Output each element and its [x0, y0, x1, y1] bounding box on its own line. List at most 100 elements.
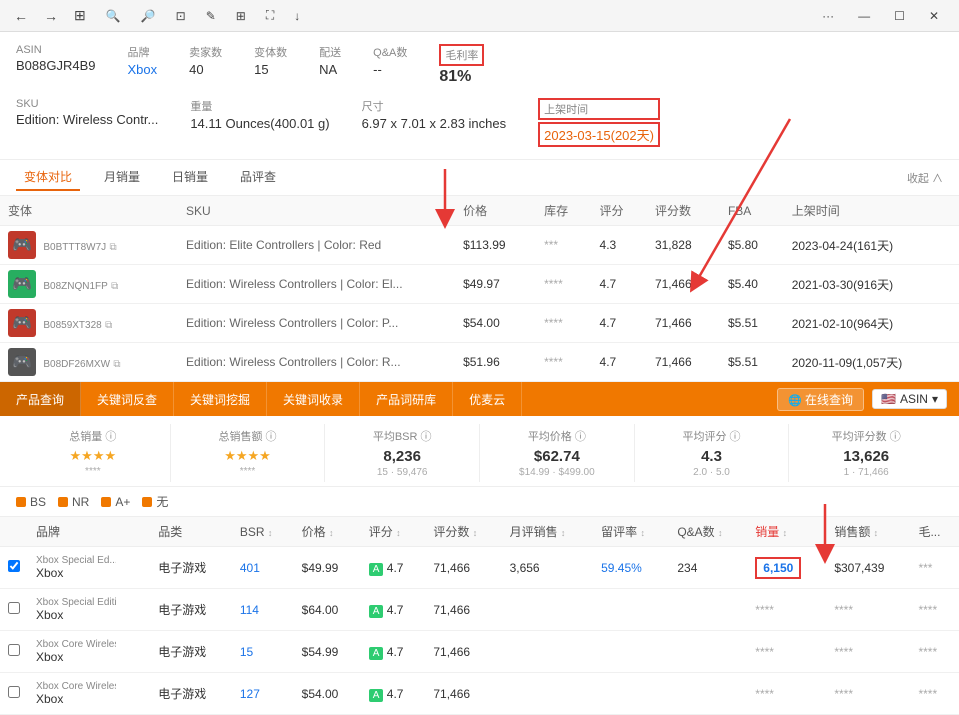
brand-value[interactable]: Xbox [128, 62, 158, 77]
stat-value: 13,626 [797, 448, 935, 465]
th-review-rate[interactable]: 留评率 ↕ [593, 517, 669, 547]
variant-review-count: 71,466 [647, 304, 720, 343]
nav-youmai-cloud[interactable]: 优麦云 [453, 382, 522, 416]
row-review-count: 71,466 [425, 589, 501, 631]
weight-value: 14.11 Ounces(400.01 g) [190, 116, 329, 131]
bsr-link[interactable]: 114 [240, 603, 259, 617]
forward-button[interactable]: → [38, 3, 64, 28]
fullscreen-button[interactable]: ⛶ [258, 4, 282, 27]
close-button[interactable]: ✕ [917, 5, 951, 27]
variant-row: 🎮 B0BTTT8W7J ⧉ Edition: Elite Controller… [0, 226, 959, 265]
tab-reviews[interactable]: 品评查 [232, 164, 284, 191]
maximize-button[interactable]: ☐ [882, 5, 917, 27]
grid-button[interactable]: ⊞ [68, 3, 92, 28]
variant-row: 🎮 B08DF26MXW ⧉ Edition: Wireless Control… [0, 343, 959, 382]
stat-value: 4.3 [643, 448, 781, 465]
row-bsr[interactable]: 114 [232, 589, 294, 631]
stat-col-2: 平均BSR ⓘ 8,236 15 · 59,476 [325, 424, 480, 482]
gross-margin-group: 毛利率 81% [439, 44, 484, 86]
zoom-out-button[interactable]: 🔎 [133, 4, 164, 27]
th-qa[interactable]: Q&A数 ↕ [669, 517, 747, 547]
variant-sku: Edition: Wireless Controllers | Color: P… [178, 304, 455, 343]
row-gross: **** [910, 631, 959, 673]
row-checkbox[interactable] [0, 631, 28, 673]
tab-monthly-sales[interactable]: 月销量 [96, 164, 148, 191]
row-bsr[interactable]: 127 [232, 673, 294, 715]
download-button[interactable]: ↓ [286, 4, 308, 27]
nav-product-query[interactable]: 产品查询 [0, 382, 81, 416]
online-query-button[interactable]: 🌐 在线查询 [777, 388, 864, 411]
th-revenue[interactable]: 销售额 ↕ [826, 517, 910, 547]
stat-sub: **** [24, 466, 162, 477]
filter-aplus[interactable]: A+ [101, 495, 130, 509]
th-variant: 变体 [0, 196, 178, 226]
row-review-count: 71,466 [425, 631, 501, 673]
filter-bs[interactable]: BS [16, 495, 46, 509]
th-bsr[interactable]: BSR ↕ [232, 517, 294, 547]
variant-launch-date: 2021-02-10(964天) [784, 304, 959, 343]
th-category: 品类 [150, 517, 232, 547]
th-dt-price[interactable]: 价格 ↕ [294, 517, 361, 547]
filter-none[interactable]: 无 [142, 493, 168, 510]
nav-keyword-reverse[interactable]: 关键词反查 [81, 382, 174, 416]
row-revenue: **** [826, 589, 910, 631]
row-review-rate [593, 589, 669, 631]
asin-selector[interactable]: 🇺🇸 ASIN ▾ [872, 389, 947, 409]
brand-group: 品牌 Xbox [128, 44, 158, 77]
row-price: $54.00 [294, 673, 361, 715]
variant-launch-date: 2023-04-24(161天) [784, 226, 959, 265]
stat-label: 平均评分 ⓘ [643, 428, 781, 444]
variant-review-count: 71,466 [647, 265, 720, 304]
variant-stock: *** [536, 226, 591, 265]
row-bsr[interactable]: 401 [232, 547, 294, 589]
row-checkbox[interactable] [0, 547, 28, 589]
row-monthly-review [502, 589, 594, 631]
nav-keyword-mining[interactable]: 关键词挖掘 [174, 382, 267, 416]
row-checkbox[interactable] [0, 673, 28, 715]
zoom-in-button[interactable]: 🔍 [98, 4, 129, 27]
row-rating: A 4.7 [361, 547, 426, 589]
th-dt-rating[interactable]: 评分 ↕ [361, 517, 426, 547]
more-button[interactable]: ··· [810, 5, 846, 27]
row-review-rate [593, 673, 669, 715]
variant-count-group: 变体数 15 [254, 44, 287, 77]
table-row: Xbox Core Wireless ... Xbox 电子游戏 15 $54.… [0, 631, 959, 673]
stat-sub: 1 · 71,466 [797, 467, 935, 478]
table-row: Xbox Special Ed... Xbox 电子游戏 401 $49.99 … [0, 547, 959, 589]
row-rating: A 4.7 [361, 673, 426, 715]
bsr-link[interactable]: 127 [240, 687, 260, 701]
tab-variant-comparison[interactable]: 变体对比 [16, 164, 80, 191]
th-dt-review-count[interactable]: 评分数 ↕ [425, 517, 501, 547]
row-brand: Xbox Special Editi... Xbox [28, 589, 150, 631]
filter-nr[interactable]: NR [58, 495, 89, 509]
layout-button[interactable]: ⊞ [228, 4, 254, 27]
th-monthly-review[interactable]: 月评销售 ↕ [502, 517, 594, 547]
qa-group: Q&A数 -- [373, 44, 407, 77]
row-review-count: 71,466 [425, 547, 501, 589]
stat-sub: $14.99 · $499.00 [488, 467, 626, 478]
seller-count-group: 卖家数 40 [189, 44, 222, 77]
row-qa [669, 673, 747, 715]
back-button[interactable]: ← [8, 3, 34, 28]
th-brand: 品牌 [28, 517, 150, 547]
th-gross[interactable]: 毛... [910, 517, 959, 547]
row-bsr[interactable]: 15 [232, 631, 294, 673]
row-gross: *** [910, 547, 959, 589]
data-table: 品牌 品类 BSR ↕ 价格 ↕ 评分 ↕ 评分数 ↕ 月评销售 ↕ 留评率 ↕… [0, 517, 959, 715]
stat-col-0: 总销量 ⓘ ★★★★ **** [16, 424, 171, 482]
bsr-link[interactable]: 15 [240, 645, 253, 659]
collapse-button[interactable]: 收起 ∧ [907, 170, 943, 186]
minimize-button[interactable]: — [846, 5, 882, 27]
view-button[interactable]: ⊡ [168, 4, 194, 27]
tab-daily-sales[interactable]: 日销量 [164, 164, 216, 191]
nav-keyword-coverage[interactable]: 关键词收录 [267, 382, 360, 416]
data-table-container: 品牌 品类 BSR ↕ 价格 ↕ 评分 ↕ 评分数 ↕ 月评销售 ↕ 留评率 ↕… [0, 517, 959, 715]
bsr-link[interactable]: 401 [240, 561, 260, 575]
row-revenue: **** [826, 673, 910, 715]
th-price: 价格 [455, 196, 536, 226]
row-review-rate [593, 631, 669, 673]
edit-button[interactable]: ✎ [198, 4, 224, 27]
nav-product-word-bank[interactable]: 产品词研库 [360, 382, 453, 416]
th-sales[interactable]: 销量 ↕ [747, 517, 826, 547]
row-checkbox[interactable] [0, 589, 28, 631]
